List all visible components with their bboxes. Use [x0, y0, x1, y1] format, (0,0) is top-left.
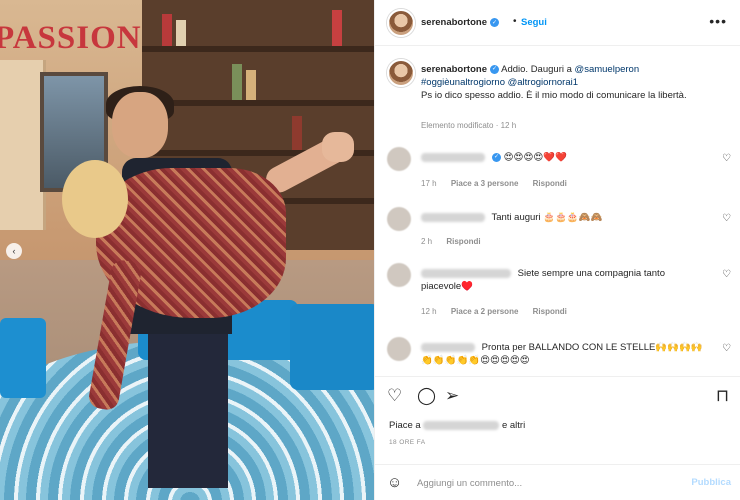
woman-shoe: [322, 132, 354, 162]
add-comment-bar: ☺ Pubblica: [375, 464, 740, 500]
chevron-left-icon: ‹: [12, 246, 16, 256]
commenter-avatar[interactable]: [387, 263, 411, 287]
comments-list[interactable]: serenabortone ✓ Addio. Dauguri a @samuelp…: [375, 47, 740, 375]
like-comment-icon[interactable]: ♡: [722, 343, 731, 354]
more-options-icon[interactable]: •••: [709, 13, 727, 29]
reply-button[interactable]: Rispondi: [533, 307, 567, 316]
verified-badge-icon: ✓: [492, 152, 501, 162]
commenter-username-blurred[interactable]: [421, 212, 485, 222]
follow-button[interactable]: Segui: [521, 17, 547, 28]
comment-meta: 2 h Rispondi: [421, 237, 493, 246]
caption-edited-meta: Elemento modificato · 12 h: [421, 121, 517, 130]
caption-text: serenabortone ✓ Addio. Dauguri a @samuelp…: [421, 64, 687, 101]
woman-hair: [62, 160, 128, 238]
mention-link[interactable]: @samuelperon: [575, 64, 640, 75]
comment-likes-link[interactable]: Piace a 3 persone: [451, 179, 519, 188]
man-legs: [148, 320, 228, 488]
share-icon[interactable]: ➢: [445, 387, 459, 404]
post-photo[interactable]: PASSIONI ‹: [0, 0, 374, 500]
instagram-post: PASSIONI ‹ serenabortone ✓ • Segui ••• s…: [0, 0, 740, 500]
publish-button[interactable]: Pubblica: [691, 477, 731, 488]
comment-text: Pronta per BALLANDO CON LE STELLE🙌🙌🙌🙌👏👏👏…: [421, 342, 703, 366]
verified-badge-icon: ✓: [490, 17, 499, 27]
like-post-icon[interactable]: ♡: [387, 387, 402, 404]
mention-link[interactable]: @altrogiornorai1: [508, 77, 578, 88]
comment-time: 12 h: [421, 307, 437, 316]
commenter-username-blurred[interactable]: [421, 268, 511, 278]
commenter-avatar[interactable]: [387, 337, 411, 361]
verified-badge-icon: ✓: [490, 64, 499, 74]
reply-button[interactable]: Rispondi: [446, 237, 480, 246]
commenter-username-blurred[interactable]: [421, 342, 475, 352]
comment-text: Siete sempre una compagnia tanto piacevo…: [421, 268, 665, 292]
post-actions-bar: ♡ ◯ ➢ ⊓: [375, 376, 740, 416]
like-comment-icon[interactable]: ♡: [722, 269, 731, 280]
post-side-panel: serenabortone ✓ • Segui ••• serenabortone…: [374, 0, 740, 500]
comment-meta: 17 h Piace a 3 persone Rispondi: [421, 179, 579, 188]
commenter-avatar[interactable]: [387, 147, 411, 171]
header-separator: •: [513, 16, 517, 27]
comment-text: ✓ 😍😍😍😍❤️❤️: [421, 151, 711, 164]
caption-avatar[interactable]: [387, 59, 415, 87]
author-avatar[interactable]: [387, 9, 415, 37]
caption-username[interactable]: serenabortone: [421, 64, 487, 75]
post-header: serenabortone ✓ • Segui •••: [375, 0, 740, 46]
comment-time: 17 h: [421, 179, 437, 188]
hashtag-link[interactable]: #oggièunaltrogiorno: [421, 77, 505, 88]
post-time-ago: 18 ORE FA: [389, 439, 426, 446]
comment-meta: 12 h Piace a 2 persone Rispondi: [421, 307, 579, 316]
comment-time: 2 h: [421, 237, 433, 246]
carousel-prev-button[interactable]: ‹: [6, 243, 22, 259]
like-comment-icon[interactable]: ♡: [722, 213, 731, 224]
blue-sofa-left: [0, 318, 46, 398]
commenter-username-blurred[interactable]: [421, 152, 485, 162]
add-comment-input[interactable]: [417, 475, 677, 491]
blue-sofa-right: [290, 304, 374, 390]
author-username[interactable]: serenabortone ✓: [421, 17, 499, 28]
studio-sign: PASSIONI: [0, 20, 156, 56]
man-face: [112, 92, 168, 158]
reply-button[interactable]: Rispondi: [533, 179, 567, 188]
comment-text: Tanti auguri 🎂🎂🎂🙈🙈: [421, 211, 711, 224]
comment-icon[interactable]: ◯: [417, 387, 436, 404]
likes-summary[interactable]: Piace a e altri: [389, 420, 525, 431]
liker-username-blurred[interactable]: [423, 420, 500, 430]
commenter-avatar[interactable]: [387, 207, 411, 231]
like-comment-icon[interactable]: ♡: [722, 153, 731, 164]
save-bookmark-icon[interactable]: ⊓: [716, 387, 729, 404]
emoji-icon[interactable]: ☺: [387, 474, 402, 491]
comment-likes-link[interactable]: Piace a 2 persone: [451, 307, 519, 316]
